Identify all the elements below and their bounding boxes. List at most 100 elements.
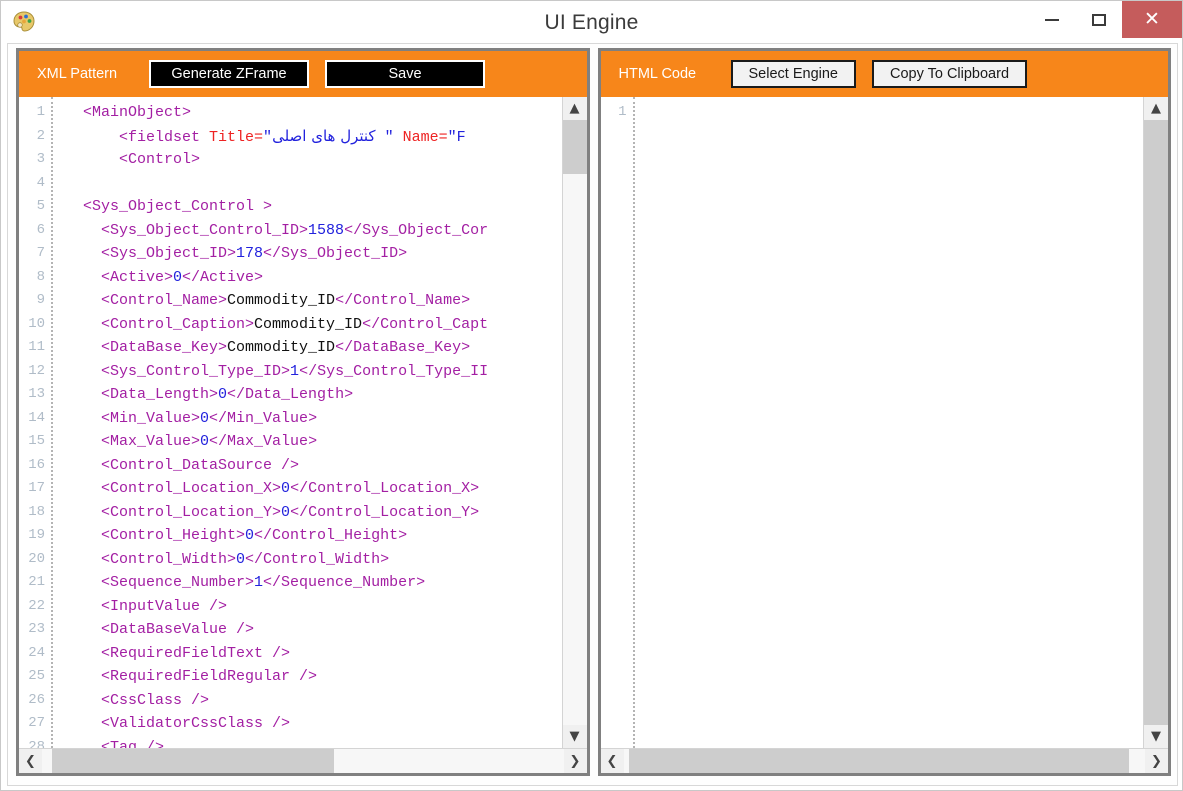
xml-code-area[interactable]: <MainObject> <fieldset Title= "کنترل های … <box>59 97 587 748</box>
code-line: <Control> <box>65 148 587 172</box>
code-token: </Control_Width> <box>245 550 390 568</box>
code-token: </Max_Value> <box>209 433 318 450</box>
code-line: <Sys_Control_Type_ID>1</Sys_Control_Type… <box>65 360 587 384</box>
line-number: 27 <box>28 715 45 731</box>
xml-scroll-up-icon[interactable]: ▲ <box>562 97 587 120</box>
minimize-button[interactable] <box>1028 1 1075 38</box>
code-token: <CssClass /> <box>65 691 210 709</box>
code-line: <DataBaseValue /> <box>65 618 587 642</box>
code-token: Title= <box>209 128 264 146</box>
code-token: <Control_Name> <box>65 292 228 309</box>
generate-zframe-button[interactable]: Generate ZFrame <box>149 60 309 88</box>
xml-horizontal-scrollbar[interactable]: ❮ ❯ <box>19 748 587 773</box>
code-line: <InputValue /> <box>65 595 587 619</box>
code-line: <Control_Caption>Commodity_ID</Control_C… <box>65 313 587 337</box>
code-line: <Control_Height>0</Control_Height> <box>65 524 587 548</box>
html-hscroll-thumb[interactable] <box>628 749 1130 773</box>
code-token: 1 <box>290 362 300 380</box>
xml-line-number-gutter: 1 2 3 4 5 6 7 8 9 10 11 12 13 14 15 16 17 18 19 20 21 22 23 24 2… <box>19 97 59 748</box>
code-token: </Data_Length> <box>227 386 354 403</box>
code-token: </Control_Height> <box>254 527 408 544</box>
html-scroll-down-icon[interactable]: ▼ <box>1144 725 1168 748</box>
code-token: <MainObject> <box>65 104 192 121</box>
html-line-number-gutter: 1 <box>600 97 641 748</box>
ui-engine-window: UI Engine ✕ XML Pattern Generate ZFrame … <box>0 0 1183 791</box>
html-editor: 1 ▲ ▼ ❮ ❯ <box>600 97 1169 773</box>
xml-vertical-scrollbar[interactable]: ▲ ▼ <box>561 97 587 748</box>
code-token: </Active> <box>182 268 264 286</box>
xml-vscroll-track[interactable] <box>562 120 587 725</box>
save-button[interactable]: Save <box>325 60 485 88</box>
code-line: <Sequence_Number>1</Sequence_Number> <box>65 571 587 595</box>
code-token: 0 <box>200 409 210 427</box>
line-number: 13 <box>28 386 45 402</box>
xml-hscroll-track[interactable] <box>42 749 564 773</box>
xml-editor-viewport: 1 2 3 4 5 6 7 8 9 10 11 12 13 14 15 16 17 18 19 20 21 22 23 24 2… <box>19 97 587 748</box>
paint-palette-icon <box>13 11 35 32</box>
code-token: </DataBase_Key> <box>335 339 471 356</box>
code-token: <RequiredFieldRegular /> <box>65 668 318 685</box>
code-line: <Sys_Object_Control_ID>1588</Sys_Object_… <box>65 219 587 243</box>
code-token: <Control_Location_Y> <box>65 503 282 521</box>
html-editor-viewport: 1 ▲ ▼ <box>600 97 1169 748</box>
xml-scroll-left-icon[interactable]: ❮ <box>19 749 42 773</box>
line-number: 26 <box>28 691 45 708</box>
code-token: <Sys_Object_Control > <box>65 198 273 215</box>
xml-vscroll-thumb[interactable] <box>562 120 587 175</box>
code-token: " <box>375 128 403 146</box>
code-line: <Control_Name>Commodity_ID</Control_Name… <box>65 289 587 313</box>
code-token: </Control_Location_X> <box>290 480 480 497</box>
code-token: کنترل های اصلی <box>272 126 376 145</box>
html-scroll-right-icon[interactable]: ❯ <box>1145 749 1168 773</box>
close-icon: ✕ <box>1144 9 1160 30</box>
maximize-button[interactable] <box>1075 1 1122 38</box>
line-number: 24 <box>28 644 45 661</box>
code-token: <fieldset <box>65 128 210 146</box>
line-number: 20 <box>28 550 45 567</box>
html-scroll-left-icon[interactable]: ❮ <box>600 749 624 773</box>
line-number: 6 <box>36 221 45 238</box>
code-token: 0 <box>200 433 210 450</box>
select-engine-button[interactable]: Select Engine <box>730 60 856 88</box>
minimize-icon <box>1044 18 1059 21</box>
code-line: <fieldset Title="کنترل های اصلی " Name="… <box>65 125 587 149</box>
html-vscroll-track[interactable] <box>1144 120 1168 725</box>
html-panel-label: HTML Code <box>618 66 697 82</box>
code-token: <Control> <box>65 151 201 168</box>
copy-to-clipboard-button[interactable]: Copy To Clipboard <box>871 60 1028 88</box>
line-number: 2 <box>36 127 45 144</box>
code-line: <MainObject> <box>65 101 587 125</box>
html-vertical-scrollbar[interactable]: ▲ ▼ <box>1143 97 1168 748</box>
xml-hscroll-thumb[interactable] <box>52 749 335 773</box>
code-token: 178 <box>236 245 264 262</box>
html-hscroll-track[interactable] <box>623 749 1145 773</box>
line-number: 14 <box>28 409 45 426</box>
code-line: <Max_Value>0</Max_Value> <box>65 430 587 454</box>
code-token: <Tag /> <box>65 738 165 749</box>
line-number: 15 <box>28 433 45 449</box>
line-number: 4 <box>36 174 45 191</box>
code-token: <Sys_Object_ID> <box>65 245 237 262</box>
code-line: <Sys_Object_Control > <box>65 195 587 219</box>
xml-scroll-right-icon[interactable]: ❯ <box>563 749 587 773</box>
code-token: <Active> <box>65 268 174 286</box>
window-controls: ✕ <box>1028 1 1182 38</box>
line-number: 22 <box>28 597 45 614</box>
close-button[interactable]: ✕ <box>1122 1 1182 38</box>
code-line: <Min_Value>0</Min_Value> <box>65 407 587 431</box>
code-line: <Sys_Object_ID>178</Sys_Object_ID> <box>65 242 587 266</box>
code-token: <DataBaseValue /> <box>65 621 255 638</box>
line-number: 11 <box>28 339 45 355</box>
html-horizontal-scrollbar[interactable]: ❮ ❯ <box>600 748 1168 773</box>
code-line: <RequiredFieldRegular /> <box>65 665 587 689</box>
html-vscroll-thumb[interactable] <box>1144 120 1168 725</box>
html-code-area[interactable] <box>641 97 1169 748</box>
html-scroll-up-icon[interactable]: ▲ <box>1144 97 1168 120</box>
line-number: 10 <box>28 315 45 332</box>
code-line: <ValidatorCssClass /> <box>65 712 587 736</box>
xml-scroll-down-icon[interactable]: ▼ <box>562 725 587 748</box>
code-token: <Sys_Control_Type_ID> <box>65 362 291 380</box>
split-panels: XML Pattern Generate ZFrame Save 1234567… <box>16 48 1171 776</box>
